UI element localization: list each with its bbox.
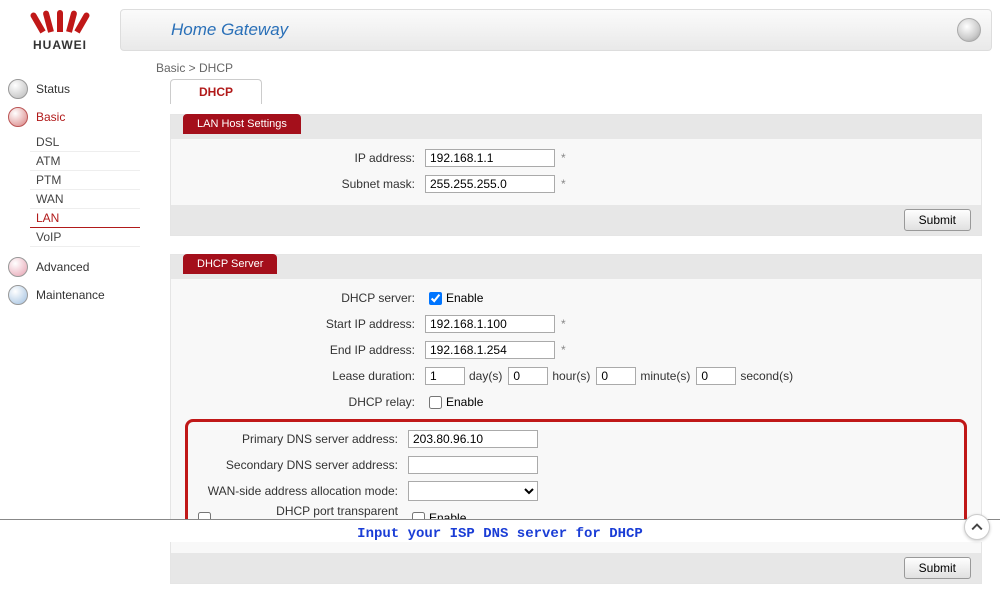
scroll-up-icon[interactable] [964,514,990,540]
unit-days: day(s) [469,369,502,383]
lease-seconds-input[interactable] [696,367,736,385]
label-subnet-mask: Subnet mask: [185,177,425,191]
submenu-item-dsl[interactable]: DSL [30,133,140,152]
status-icon [8,79,28,99]
submit-button-lan[interactable]: Submit [904,209,971,231]
panel-title-dhcp: DHCP Server [183,254,277,274]
sidebar-item-label: Maintenance [36,288,105,302]
gear-icon [8,107,28,127]
sidebar-item-maintenance[interactable]: Maintenance [0,281,140,309]
submenu-item-wan[interactable]: WAN [30,190,140,209]
label-ip-address: IP address: [185,151,425,165]
label-end-ip: End IP address: [185,343,425,357]
title-bar: Home Gateway [120,9,992,51]
sidebar-item-label: Basic [36,110,65,124]
start-ip-input[interactable] [425,315,555,333]
title-orb-icon [957,18,981,42]
submit-button-dhcp[interactable]: Submit [904,557,971,579]
dhcp-relay-enable-checkbox[interactable] [429,396,442,409]
unit-hours: hour(s) [552,369,590,383]
submenu-item-ptm[interactable]: PTM [30,171,140,190]
sidebar-item-basic[interactable]: Basic [0,103,140,131]
dhcp-server-enable-checkbox[interactable] [429,292,442,305]
panel-lan-host: LAN Host Settings IP address: * Subnet m… [170,114,982,236]
instruction-caption: Input your ISP DNS server for DHCP [0,519,1000,542]
label-lease-duration: Lease duration: [185,369,425,383]
end-ip-input[interactable] [425,341,555,359]
required-mark: * [561,343,566,357]
brand-name: HUAWEI [0,38,120,52]
lease-minutes-input[interactable] [596,367,636,385]
submenu-item-lan[interactable]: LAN [30,209,140,228]
required-mark: * [561,151,566,165]
lease-days-input[interactable] [425,367,465,385]
submenu-item-voip[interactable]: VoIP [30,228,140,247]
page-title: Home Gateway [171,20,288,40]
sidebar-item-status[interactable]: Status [0,75,140,103]
breadcrumb: Basic > DHCP [156,61,990,75]
maintenance-icon [8,285,28,305]
unit-seconds: second(s) [740,369,793,383]
secondary-dns-input[interactable] [408,456,538,474]
sidebar-item-advanced[interactable]: Advanced [0,253,140,281]
submenu-item-atm[interactable]: ATM [30,152,140,171]
enable-text: Enable [446,291,483,305]
label-secondary-dns: Secondary DNS server address: [194,458,408,472]
huawei-logo-icon [40,10,80,38]
label-start-ip: Start IP address: [185,317,425,331]
advanced-icon [8,257,28,277]
required-mark: * [561,317,566,331]
label-dhcp-relay: DHCP relay: [185,395,425,409]
unit-minutes: minute(s) [640,369,690,383]
sidebar-item-label: Status [36,82,70,96]
wan-mode-select[interactable] [408,481,538,501]
lease-hours-input[interactable] [508,367,548,385]
label-wan-mode: WAN-side address allocation mode: [194,484,408,498]
label-primary-dns: Primary DNS server address: [194,432,408,446]
label-dhcp-server: DHCP server: [185,291,425,305]
required-mark: * [561,177,566,191]
subnet-mask-input[interactable] [425,175,555,193]
panel-title-lan: LAN Host Settings [183,114,301,134]
primary-dns-input[interactable] [408,430,538,448]
ip-address-input[interactable] [425,149,555,167]
basic-submenu: DSL ATM PTM WAN LAN VoIP [30,133,140,247]
enable-text: Enable [446,395,483,409]
brand-logo: HUAWEI [0,4,120,52]
sidebar-item-label: Advanced [36,260,89,274]
tab-dhcp[interactable]: DHCP [170,79,262,104]
